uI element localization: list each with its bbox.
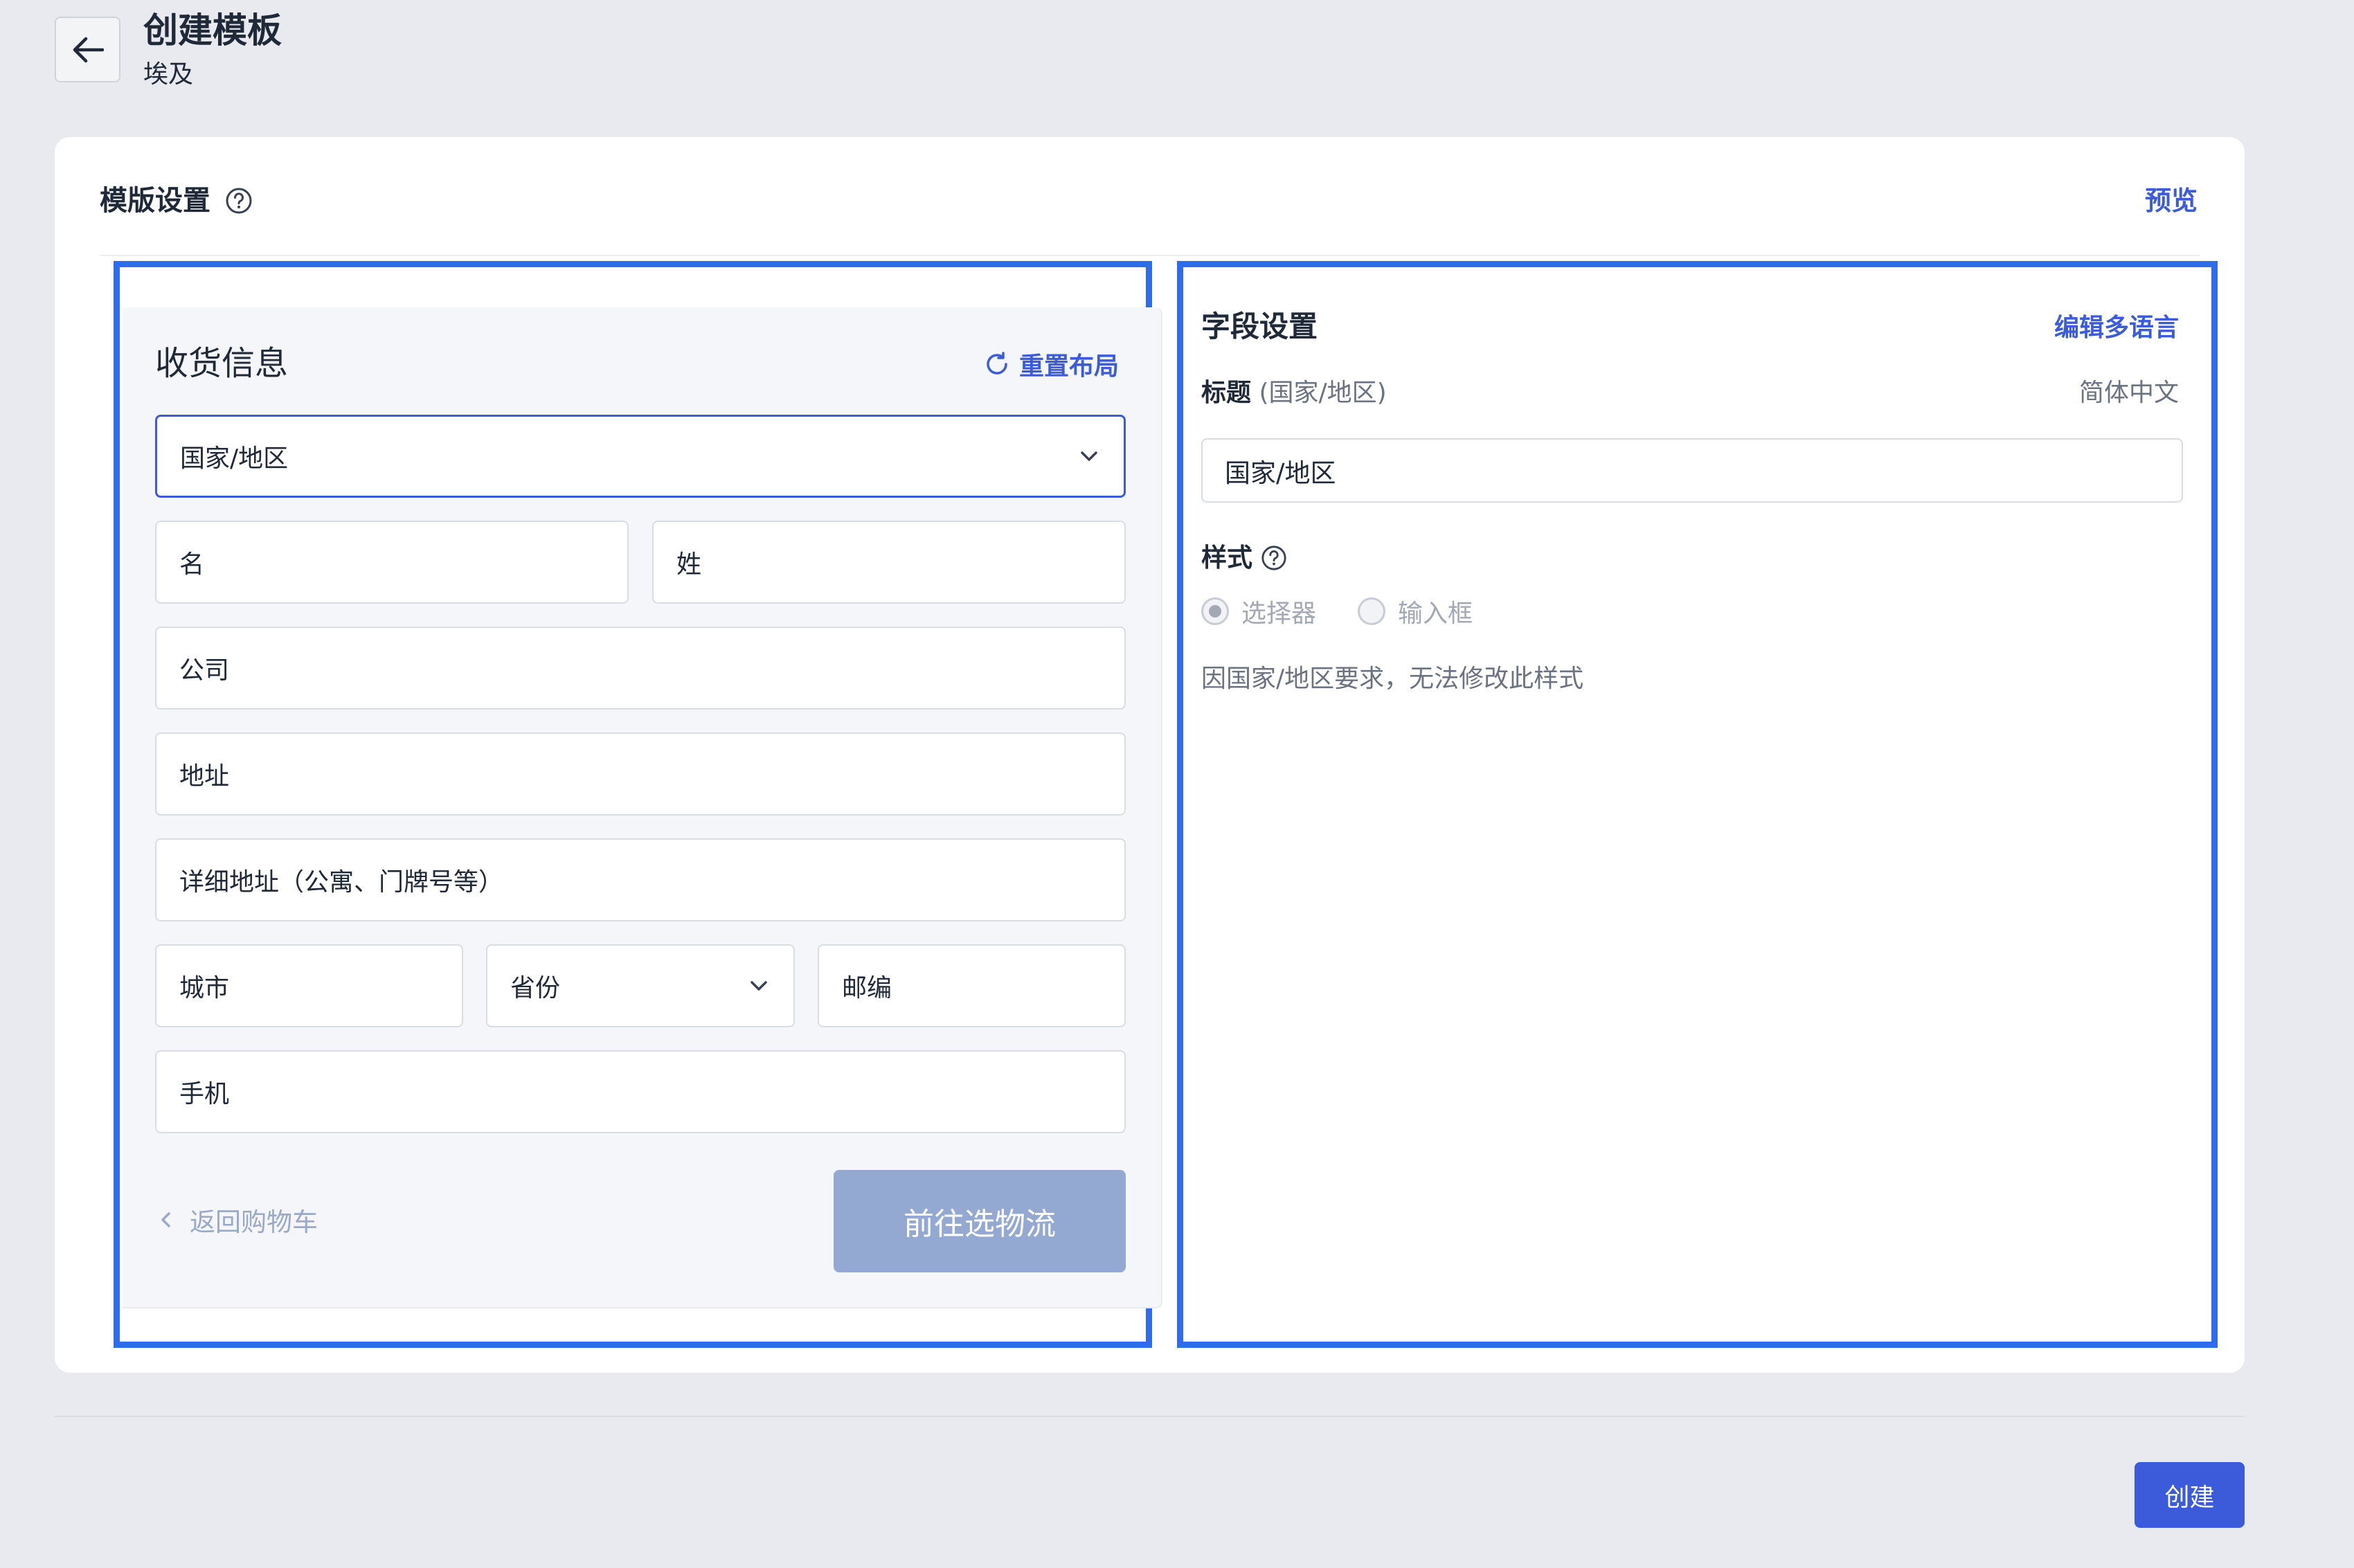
address-detail-field[interactable]: 详细地址（公寓、门牌号等） [155,838,1126,921]
province-select[interactable]: 省份 [486,944,795,1027]
title-input[interactable]: 国家/地区 [1201,438,2183,503]
field-settings-panel [1177,261,2218,1348]
reset-layout-label: 重置布局 [1019,352,1120,381]
arrow-left-icon [73,37,104,62]
first-name-placeholder: 名 [179,550,205,579]
city-field[interactable]: 城市 [155,944,463,1027]
chevron-down-icon [749,980,769,992]
title-field-label: 标题 (国家/地区) [1201,375,1387,411]
province-placeholder: 省份 [510,974,561,1002]
footer-divider [55,1416,2245,1417]
company-placeholder: 公司 [179,656,230,685]
refresh-icon [987,352,1007,375]
help-icon[interactable] [225,187,253,215]
page-title: 创建模板 [143,10,282,51]
continue-to-shipping-button[interactable]: 前往选物流 [834,1170,1126,1272]
phone-field[interactable]: 手机 [155,1050,1126,1133]
style-selector-label: 选择器 [1241,600,1317,628]
postal-code-placeholder: 邮编 [842,974,892,1002]
field-settings-title: 字段设置 [1201,309,1318,343]
last-name-field[interactable]: 姓 [652,521,1126,604]
style-radio-selector[interactable]: 选择器 [1201,593,1316,629]
edit-languages-link[interactable]: 编辑多语言 [2054,310,2179,346]
language-indicator: 简体中文 [2079,379,2180,407]
last-name-placeholder: 姓 [676,550,702,579]
address-field[interactable]: 地址 [155,732,1126,815]
style-radio-input[interactable]: 输入框 [1358,593,1473,629]
create-button[interactable]: 创建 [2135,1462,2245,1528]
title-field-name: (国家/地区) [1259,379,1387,407]
back-button[interactable] [55,17,120,82]
back-to-cart-link[interactable]: 返回购物车 [159,1201,318,1238]
postal-code-field[interactable]: 邮编 [818,944,1126,1027]
country-select[interactable]: 国家/地区 [155,415,1126,498]
company-field[interactable]: 公司 [155,627,1126,710]
reset-layout-button[interactable]: 重置布局 [983,346,1119,382]
style-input-label: 输入框 [1398,600,1473,628]
title-label: 标题 [1201,379,1252,407]
address-placeholder: 地址 [179,762,230,791]
style-label: 样式 [1201,543,1252,573]
back-to-cart-label: 返回购物车 [190,1207,318,1237]
chevron-left-icon [161,1212,170,1227]
radio-unchecked-icon [1358,597,1385,625]
page-subtitle: 埃及 [143,60,194,89]
chevron-down-icon [1079,450,1099,462]
address-detail-placeholder: 详细地址（公寓、门牌号等） [179,868,504,896]
card-title: 模版设置 [100,185,210,217]
card-divider [100,255,2200,256]
title-input-value: 国家/地区 [1225,458,1336,488]
radio-checked-icon [1201,597,1229,625]
phone-placeholder: 手机 [179,1080,230,1108]
help-icon[interactable] [1261,545,1287,571]
shipping-info-heading: 收货信息 [155,344,289,383]
city-placeholder: 城市 [179,974,230,1002]
first-name-field[interactable]: 名 [155,521,629,604]
preview-link[interactable]: 预览 [2145,181,2198,220]
style-lock-note: 因国家/地区要求，无法修改此样式 [1201,665,1584,693]
country-select-value: 国家/地区 [180,444,289,473]
